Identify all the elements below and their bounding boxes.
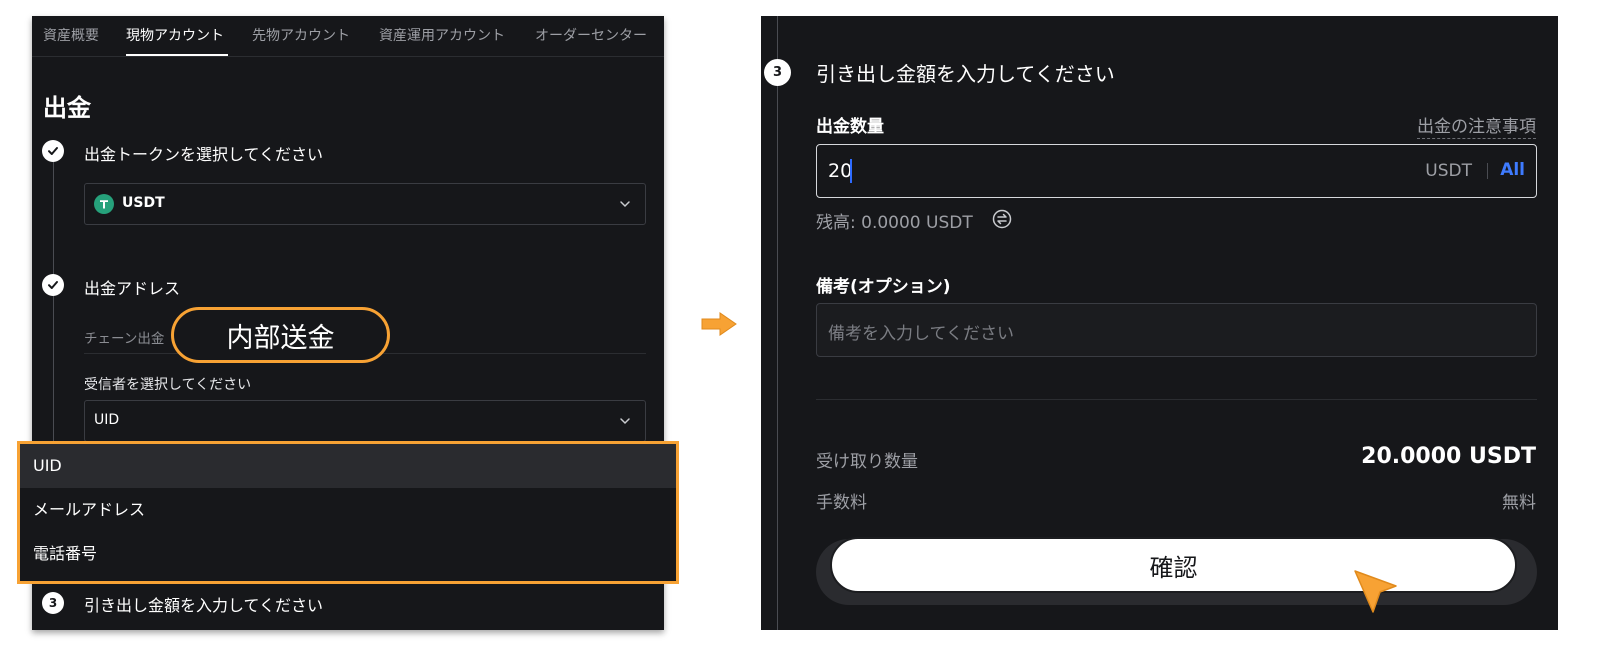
token-select[interactable]: USDT: [84, 183, 646, 225]
tab-order-center[interactable]: オーダーセンター: [535, 25, 647, 45]
confirm-button[interactable]: 確認: [830, 537, 1517, 593]
tether-icon: [94, 194, 114, 214]
pointer-cursor-icon: [1354, 570, 1397, 613]
amount-value: 20: [828, 160, 853, 182]
selected-token: USDT: [122, 195, 165, 211]
internal-transfer-callout[interactable]: 内部送金: [171, 307, 390, 363]
step-timeline: [53, 162, 54, 454]
all-button[interactable]: All: [1500, 160, 1525, 180]
memo-placeholder: 備考を入力してください: [828, 324, 1014, 344]
tab-earn-account[interactable]: 資産運用アカウント: [379, 25, 505, 45]
withdraw-amount-input[interactable]: 20 USDT All: [816, 144, 1537, 198]
active-tab-indicator: [126, 54, 228, 56]
divider: [1487, 163, 1488, 179]
receive-amount-value: 20.0000 USDT: [1361, 444, 1536, 469]
tab-spot-account[interactable]: 現物アカウント: [126, 25, 224, 45]
dropdown-option-email[interactable]: メールアドレス: [20, 488, 676, 532]
recipient-label: 受信者を選択してください: [84, 377, 252, 393]
step1-label: 出金トークンを選択してください: [84, 145, 324, 164]
fee-label: 手数料: [816, 493, 867, 513]
receive-amount-label: 受け取り数量: [816, 452, 918, 472]
recipient-type-dropdown: UID メールアドレス 電話番号: [17, 441, 679, 584]
withdraw-quantity-label: 出金数量: [816, 117, 884, 137]
fee-value: 無料: [1502, 493, 1536, 513]
tab-chain-withdraw[interactable]: チェーン出金: [84, 327, 164, 347]
step3-number-badge: 3: [42, 592, 64, 614]
tab-asset-overview[interactable]: 資産概要: [43, 25, 99, 45]
recipient-type-select[interactable]: UID: [84, 400, 646, 442]
step3-title: 引き出し金額を入力してください: [816, 62, 1115, 86]
step3-label: 引き出し金額を入力してください: [84, 596, 324, 615]
swap-icon[interactable]: [992, 209, 1012, 229]
memo-label: 備考(オプション): [816, 277, 951, 297]
amount-unit: USDT: [1425, 161, 1472, 181]
arrow-right-icon: [701, 312, 737, 336]
check-icon: [42, 140, 64, 162]
step2-label: 出金アドレス: [84, 279, 181, 298]
balance-text: 残高: 0.0000 USDT: [816, 213, 973, 233]
chevron-down-icon: [620, 418, 630, 425]
text-caret: [850, 159, 852, 183]
check-icon: [42, 274, 64, 296]
tab-futures-account[interactable]: 先物アカウント: [252, 25, 350, 45]
step3-number-badge: 3: [764, 59, 791, 86]
account-tabs: 資産概要 現物アカウント 先物アカウント 資産運用アカウント オーダーセンター: [32, 16, 664, 57]
withdraw-notice-link[interactable]: 出金の注意事項: [1417, 112, 1536, 139]
dropdown-option-phone[interactable]: 電話番号: [20, 532, 676, 576]
selected-recipient-type: UID: [94, 412, 120, 428]
memo-input[interactable]: 備考を入力してください: [816, 303, 1537, 357]
page-title: 出金: [43, 94, 91, 122]
right-withdraw-panel: 3 引き出し金額を入力してください 出金数量 出金の注意事項 20 USDT A…: [761, 16, 1558, 630]
chevron-down-icon: [620, 201, 630, 208]
step-timeline: [777, 16, 778, 630]
divider: [816, 399, 1537, 400]
dropdown-option-uid[interactable]: UID: [20, 444, 676, 488]
